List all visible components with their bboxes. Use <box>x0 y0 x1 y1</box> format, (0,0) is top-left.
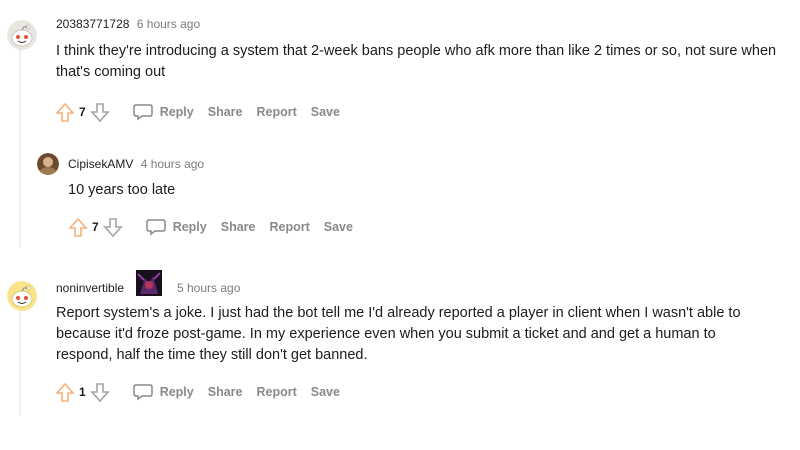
reply-label: Reply <box>172 220 207 234</box>
vote-score: 1 <box>79 385 86 399</box>
comment-actions: 7 Reply Share Report Save <box>54 100 340 124</box>
comment-actions: 7 Reply Share Report Save <box>67 215 353 239</box>
vote-score: 7 <box>92 220 99 234</box>
report-button[interactable]: Report <box>269 220 309 234</box>
vote-score: 7 <box>79 105 86 119</box>
comment-author[interactable]: noninvertible <box>56 281 124 295</box>
user-avatar-icon[interactable] <box>37 153 59 175</box>
share-button[interactable]: Share <box>221 220 256 234</box>
downvote-icon[interactable] <box>89 101 111 123</box>
downvote-icon[interactable] <box>89 381 111 403</box>
comment-bubble-icon <box>132 104 153 121</box>
thread-line[interactable] <box>19 48 21 248</box>
user-flair-icon <box>136 270 162 296</box>
share-button[interactable]: Share <box>208 105 243 119</box>
comment-body: Report system's a joke. I just had the b… <box>56 305 741 363</box>
report-button[interactable]: Report <box>256 385 296 399</box>
save-button[interactable]: Save <box>324 220 353 234</box>
comment-body: 10 years too late <box>68 182 176 198</box>
comment-bubble-icon <box>132 384 153 401</box>
share-button[interactable]: Share <box>208 385 243 399</box>
downvote-icon[interactable] <box>102 216 124 238</box>
comment-time[interactable]: 4 hours ago <box>141 157 204 171</box>
upvote-icon[interactable] <box>54 381 76 403</box>
snoo-avatar-icon[interactable] <box>7 281 37 311</box>
comment-time[interactable]: 5 hours ago <box>177 281 240 295</box>
report-button[interactable]: Report <box>256 105 296 119</box>
comment-body: I think they're introducing a system tha… <box>56 43 777 80</box>
reply-label: Reply <box>159 105 194 119</box>
comment-actions: 1 Reply Share Report Save <box>54 380 340 404</box>
save-button[interactable]: Save <box>311 385 340 399</box>
comment-bubble-icon <box>145 219 166 236</box>
reply-button[interactable]: Reply <box>132 103 194 121</box>
reply-label: Reply <box>159 385 194 399</box>
upvote-icon[interactable] <box>54 101 76 123</box>
reply-button[interactable]: Reply <box>145 218 207 236</box>
upvote-icon[interactable] <box>67 216 89 238</box>
comment-author[interactable]: CipisekAMV <box>68 157 133 171</box>
comment-author[interactable]: 20383771728 <box>56 17 129 31</box>
save-button[interactable]: Save <box>311 105 340 119</box>
thread-line[interactable] <box>19 310 21 416</box>
comment-time[interactable]: 6 hours ago <box>137 17 200 31</box>
reply-button[interactable]: Reply <box>132 383 194 401</box>
snoo-avatar-icon[interactable] <box>7 20 37 50</box>
